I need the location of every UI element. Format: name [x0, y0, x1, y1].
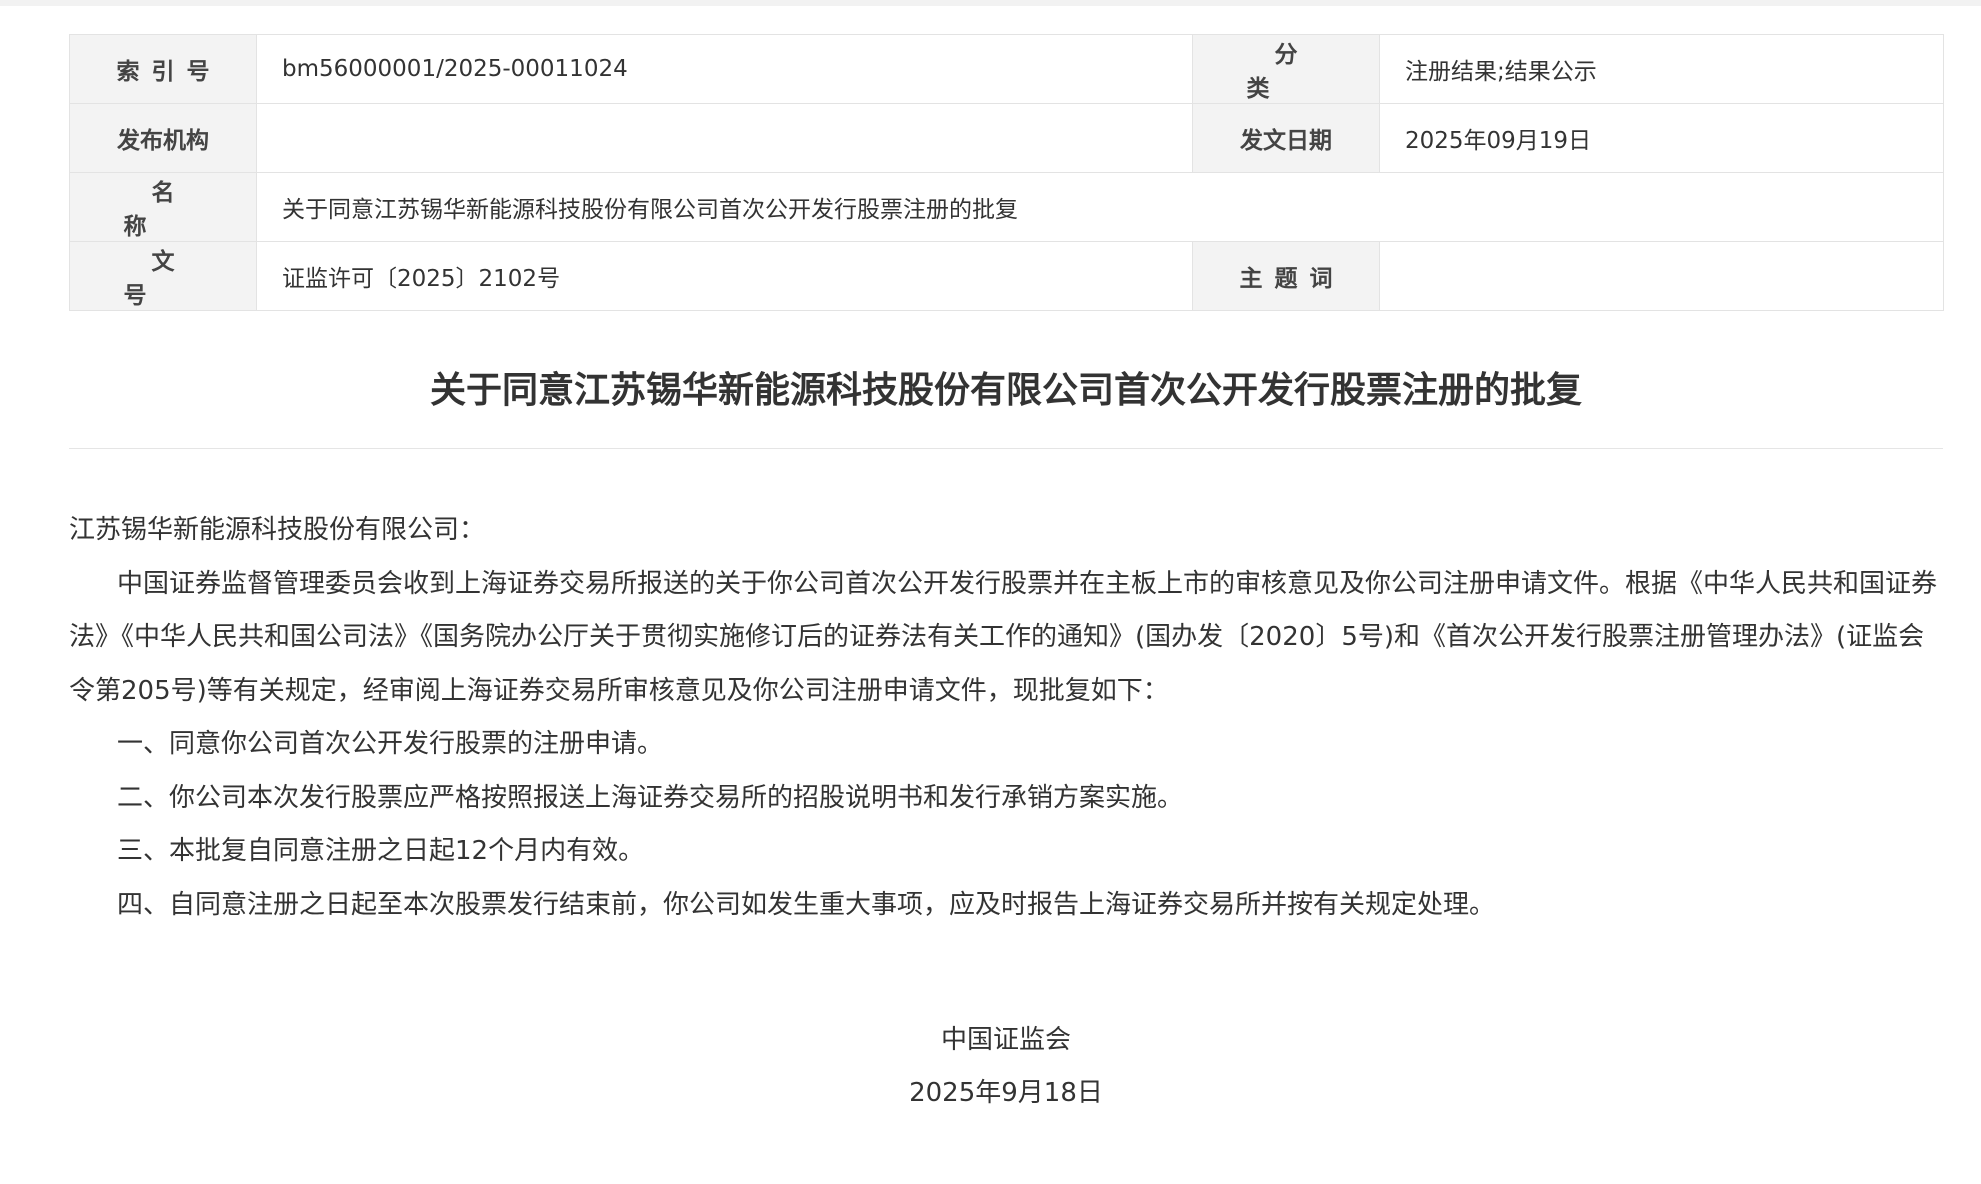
name-value: 关于同意江苏锡华新能源科技股份有限公司首次公开发行股票注册的批复 [256, 172, 1944, 242]
keywords-label: 主题词 [1239, 266, 1345, 292]
document-title: 关于同意江苏锡华新能源科技股份有限公司首次公开发行股票注册的批复 [429, 370, 1582, 411]
date-value: 2025年09月19日 [1379, 103, 1944, 173]
meta-row-issuer: 发布机构 发文日期 2025年09月19日 [69, 103, 1944, 173]
salutation: 江苏锡华新能源科技股份有限公司： [69, 515, 486, 545]
signature-date: 2025年9月18日 [909, 1078, 1103, 1108]
index-label: 索引号 [116, 59, 222, 85]
issuer-value [256, 103, 1193, 173]
page-content: 索引号 bm56000001/2025-00011024 分类 注册结果;结果公… [69, 34, 1944, 1120]
issuer-label: 发布机构 [69, 103, 257, 173]
list-item: 三、本批复自同意注册之日起12个月内有效。 [117, 836, 645, 866]
list-item: 二、你公司本次发行股票应严格按照报送上海证券交易所的招股说明书和发行承销方案实施… [117, 782, 1184, 813]
signature-issuer: 中国证监会 [940, 1025, 1071, 1055]
metadata-table: 索引号 bm56000001/2025-00011024 分类 注册结果;结果公… [69, 34, 1944, 311]
meta-row-name: 名称 关于同意江苏锡华新能源科技股份有限公司首次公开发行股票注册的批复 [69, 172, 1944, 242]
keywords-value [1379, 241, 1944, 311]
main-paragraph: 中国证券监督管理委员会收到上海证券交易所报送的关于你公司首次公开发行股票并在主板… [69, 568, 1938, 706]
list-item: 四、自同意注册之日起至本次股票发行结束前，你公司如发生重大事项，应及时报告上海证… [117, 889, 1496, 920]
meta-row-docno: 文号 证监许可〔2025〕2102号 主题词 [69, 241, 1944, 311]
meta-row-index: 索引号 bm56000001/2025-00011024 分类 注册结果;结果公… [69, 34, 1944, 104]
category-label: 分类 [1246, 42, 1354, 102]
docno-value: 证监许可〔2025〕2102号 [256, 241, 1193, 311]
name-label: 名称 [123, 180, 231, 240]
index-value: bm56000001/2025-00011024 [256, 34, 1193, 104]
document-body: 江苏锡华新能源科技股份有限公司： 中国证券监督管理委员会收到上海证券交易所报送的… [69, 504, 1943, 932]
category-value: 注册结果;结果公示 [1379, 34, 1944, 104]
top-strip [0, 0, 1981, 6]
date-label: 发文日期 [1192, 103, 1380, 173]
docno-label: 文号 [123, 249, 231, 309]
list-item: 一、同意你公司首次公开发行股票的注册申请。 [117, 729, 664, 759]
divider [69, 448, 1943, 449]
signature-block: 中国证监会 2025年9月18日 [69, 1014, 1943, 1120]
